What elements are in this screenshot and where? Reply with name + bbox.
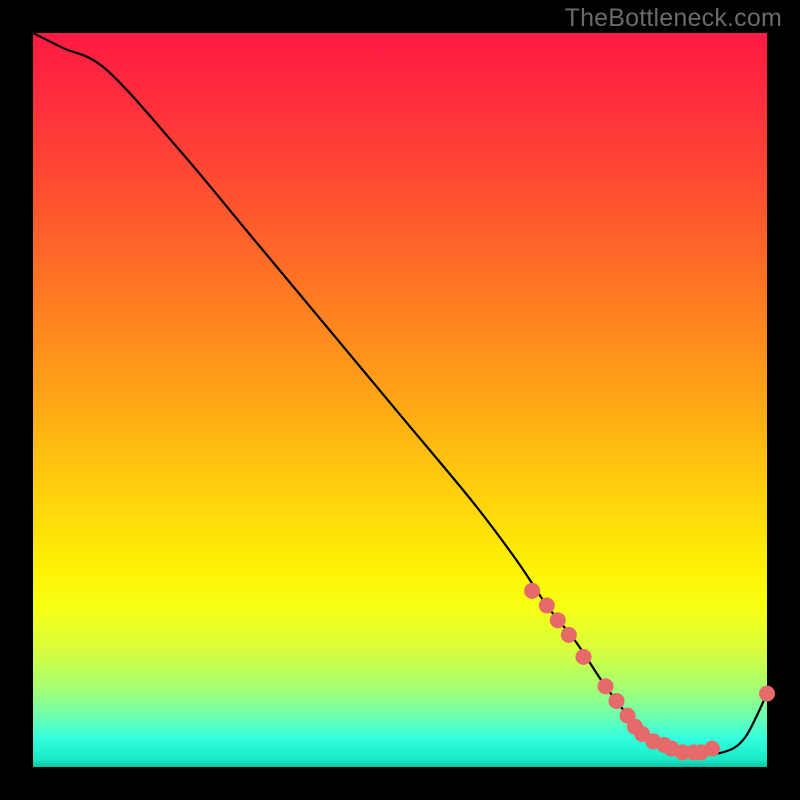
chart-frame: TheBottleneck.com [0, 0, 800, 800]
highlighted-point [704, 741, 720, 757]
highlighted-point [550, 612, 566, 628]
plot-area [33, 33, 767, 767]
highlighted-points-group [524, 583, 775, 760]
highlighted-point [539, 598, 555, 614]
highlighted-point [524, 583, 540, 599]
highlighted-point [759, 686, 775, 702]
chart-svg [33, 33, 767, 767]
highlighted-point [561, 627, 577, 643]
bottleneck-curve-line [33, 33, 767, 754]
highlighted-point [576, 649, 592, 665]
highlighted-point [609, 693, 625, 709]
watermark-text: TheBottleneck.com [565, 4, 782, 33]
highlighted-point [598, 678, 614, 694]
